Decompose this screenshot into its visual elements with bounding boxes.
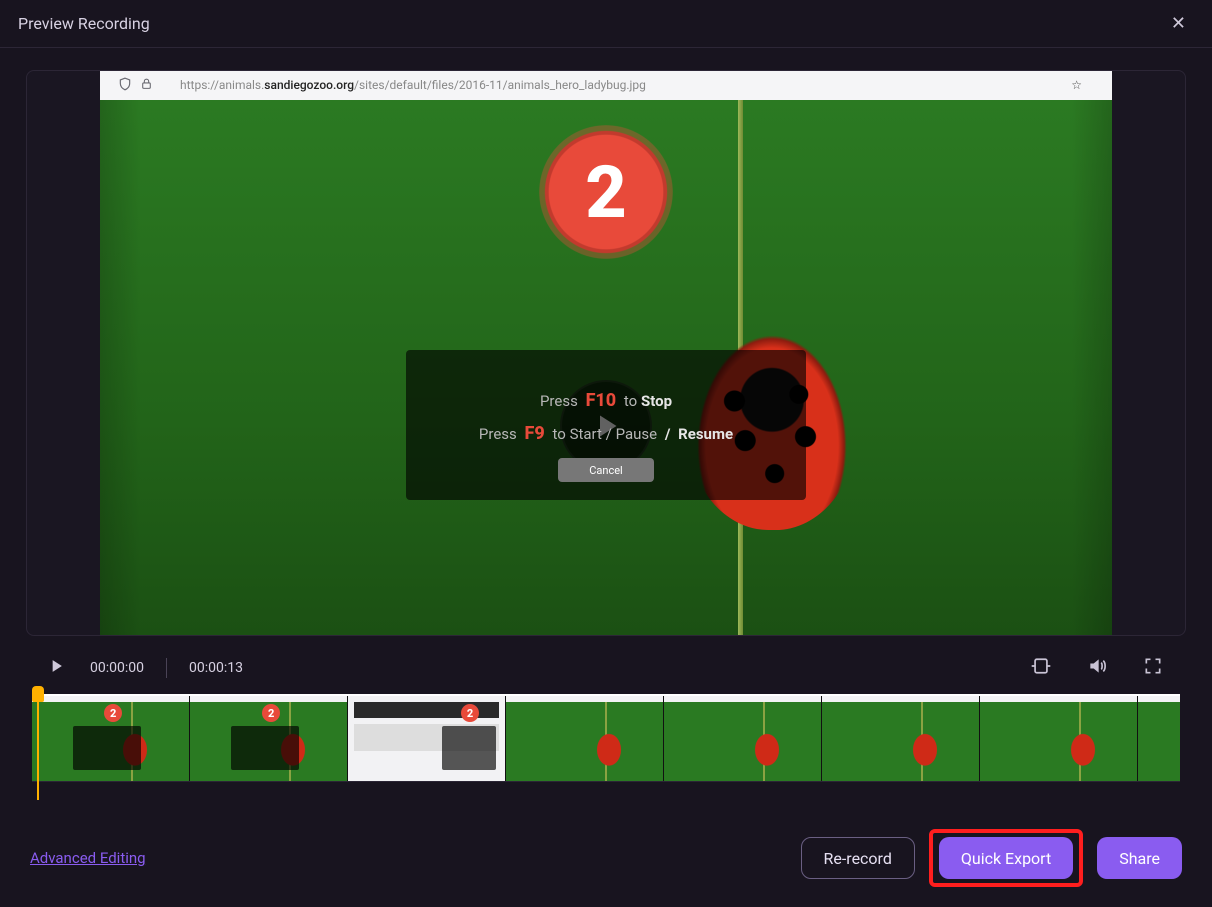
help2-mid: to [553,425,566,443]
advanced-editing-link[interactable]: Advanced Editing [30,849,146,867]
help-line-pause: Press F9 to Start / Pause / Resume [426,423,786,444]
timeline-thumb[interactable]: 2 [32,696,190,781]
timeline[interactable]: 2 2 2 [32,694,1180,782]
help2-pre: Press [479,425,517,443]
lock-icon [140,77,153,94]
help-pre: Press [540,392,578,410]
thumb-countdown-badge: 2 [262,704,280,722]
help-sep1: / [606,425,612,443]
url-host: sandiegozoo.org [264,78,354,92]
window-title: Preview Recording [18,14,150,33]
shield-icon [118,77,132,94]
timeline-thumb[interactable] [1138,696,1180,781]
fullscreen-icon[interactable] [1134,652,1172,684]
timeline-thumb[interactable] [506,696,664,781]
share-button[interactable]: Share [1097,837,1182,879]
timeline-thumb[interactable] [980,696,1138,781]
thumb-countdown-badge: 2 [104,704,122,722]
timeline-thumb[interactable]: 2 [348,696,506,781]
recorded-address-bar: https://animals.sandiegozoo.org/sites/de… [100,70,1112,100]
crop-icon[interactable] [1022,652,1060,684]
help-f10: F10 [586,390,617,411]
footer-actions: Advanced Editing Re-record Quick Export … [0,829,1212,887]
close-icon[interactable]: ✕ [1163,9,1194,38]
url-prefix: https://animals. [180,78,264,92]
help-sep2: / [665,425,671,443]
time-divider [166,658,167,678]
volume-icon[interactable] [1078,652,1116,684]
help-stop: Stop [641,392,672,410]
timeline-thumb[interactable] [822,696,980,781]
recorded-url: https://animals.sandiegozoo.org/sites/de… [180,78,646,92]
timeline-thumbnails: 2 2 2 [32,694,1180,782]
title-bar: Preview Recording ✕ [0,0,1212,48]
playhead[interactable] [32,686,44,702]
help-line-stop: Press F10 to Stop [426,390,786,411]
star-icon: ☆ [1071,78,1082,92]
help-start: Start [570,425,602,443]
help-f9: F9 [525,423,545,444]
help-mid: to [624,392,637,410]
play-button[interactable] [40,650,72,686]
preview-stage: https://animals.sandiegozoo.org/sites/de… [26,70,1186,636]
countdown-badge: 2 [539,125,673,259]
current-time: 00:00:00 [90,660,144,676]
timeline-thumb[interactable]: 2 [190,696,348,781]
quick-export-button[interactable]: Quick Export [939,837,1073,879]
thumb-countdown-badge: 2 [461,704,479,722]
tutorial-highlight: Quick Export [929,829,1083,887]
help-resume: Resume [678,425,733,443]
transport-bar: 00:00:00 00:00:13 [0,636,1212,686]
timeline-thumb[interactable] [664,696,822,781]
total-time: 00:00:13 [189,660,243,676]
rerecord-button[interactable]: Re-record [801,837,915,879]
url-path: /sites/default/files/2016-11/animals_her… [354,78,646,92]
recorder-help-panel: Press F10 to Stop Press F9 to Start / Pa… [406,350,806,500]
preview-canvas[interactable]: https://animals.sandiegozoo.org/sites/de… [100,70,1112,636]
help-pause: Pause [616,425,658,443]
cancel-button[interactable]: Cancel [558,458,654,482]
